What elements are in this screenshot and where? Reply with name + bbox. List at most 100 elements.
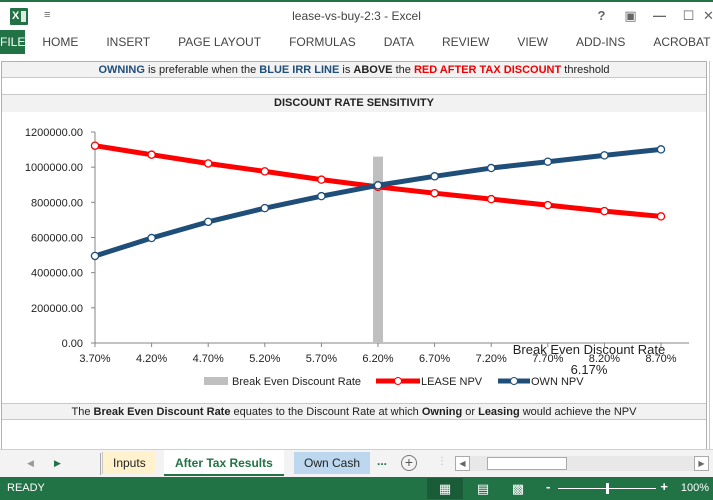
y-tick-label: 600000.00 [31, 233, 83, 245]
y-tick-label: 800000.00 [31, 197, 83, 209]
tab-add-ins[interactable]: ADD-INS [562, 30, 639, 54]
banner-red-discount: RED AFTER TAX DISCOUNT [413, 64, 562, 76]
note-leasing: Leasing [478, 406, 520, 418]
status-mode: READY [7, 482, 45, 494]
worksheet[interactable]: OWNING is preferable when the BLUE IRR L… [0, 54, 713, 449]
y-tick-label: 400000.00 [31, 268, 83, 280]
tab-view[interactable]: VIEW [503, 30, 562, 54]
tab-file[interactable]: FILE [0, 30, 26, 54]
own-npv-point [147, 233, 156, 243]
legend-marker-lease [394, 377, 402, 385]
legend-label-lease: LEASE NPV [421, 376, 483, 388]
minimize-icon[interactable]: — [645, 6, 674, 26]
normal-view-icon[interactable]: ▦ [427, 478, 463, 499]
add-sheet-icon[interactable]: + [401, 455, 417, 471]
zoom-level[interactable]: 100% [681, 482, 709, 494]
own-npv-point [543, 157, 553, 166]
banner-above: ABOVE [353, 64, 393, 76]
annotation-label: Break Even Discount Rate [513, 342, 665, 357]
lease-npv-point [90, 141, 100, 150]
lease-npv-point [317, 175, 326, 184]
page-break-preview-icon[interactable]: ▩ [500, 478, 536, 499]
maximize-icon[interactable]: ☐ [674, 6, 703, 26]
banner-text-1: is preferable when the [144, 64, 260, 76]
y-tick-label: 1200000.00 [25, 127, 83, 139]
x-tick-label: 3.70% [79, 353, 110, 365]
note-text-3: or [462, 406, 479, 418]
horizontal-scrollbar[interactable]: ◀ ▶ [455, 456, 709, 471]
x-tick-label: 5.20% [249, 353, 280, 365]
annotation-value: 6.17% [571, 362, 608, 377]
next-sheet-icon[interactable]: ▶ [54, 458, 61, 469]
zoom-slider[interactable]: - + [546, 479, 668, 496]
lease-npv-point [430, 188, 439, 198]
banner-text-3: the [392, 64, 414, 76]
x-tick-label: 6.20% [362, 353, 393, 365]
tab-page-layout[interactable]: PAGE LAYOUT [164, 30, 275, 54]
excel-icon[interactable]: X [10, 8, 28, 25]
lease-npv-point [147, 150, 156, 159]
y-tick-label: 0.00 [62, 338, 83, 350]
note-text-1: The [71, 406, 94, 418]
lease-npv-point [656, 212, 666, 221]
sheet-tab-bar: ◀ ▶ Inputs After Tax Results Own Cash ..… [0, 449, 713, 477]
own-npv-point [90, 251, 100, 261]
status-bar: READY ▦ ▤ ▩ - + 100% [0, 477, 713, 500]
x-tick-label: 7.20% [476, 353, 507, 365]
legend-label-own: OWN NPV [531, 376, 584, 388]
own-npv-point [430, 172, 439, 181]
banner-text-2: is [339, 64, 354, 76]
note-owning: Owning [421, 406, 463, 418]
scroll-left-icon[interactable]: ◀ [455, 456, 470, 471]
split-handle[interactable]: ⋮ [437, 456, 447, 467]
y-tick-label: 1000000.00 [25, 162, 83, 174]
tab-review[interactable]: REVIEW [428, 30, 503, 54]
note-break-even: Break Even Discount Rate [93, 406, 231, 418]
chart-svg: 0.00 200000.00 400000.00 600000.00 800000.00… [25, 127, 689, 388]
zoom-in-button[interactable]: + [660, 479, 668, 494]
zoom-knob[interactable] [606, 483, 609, 494]
legend-label-break-even: Break Even Discount Rate [232, 376, 361, 388]
lease-npv-point [486, 194, 496, 204]
note-text-2: equates to the Discount Rate at which [230, 406, 422, 418]
empty-row[interactable] [2, 78, 706, 95]
y-tick-label: 200000.00 [31, 303, 83, 315]
footer-note-row[interactable]: The Break Even Discount Rate equates to … [2, 403, 706, 420]
own-npv-point [203, 217, 213, 227]
own-npv-point [260, 203, 270, 213]
tab-acrobat[interactable]: ACROBAT [639, 30, 713, 54]
customize-qat-icon[interactable]: ≡ [44, 9, 50, 21]
banner-owning: OWNING [98, 64, 145, 76]
sensitivity-chart[interactable]: 0.00 200000.00 400000.00 600000.00 800000.00… [2, 112, 708, 403]
section-title[interactable]: DISCOUNT RATE SENSITIVITY [2, 95, 706, 112]
lease-npv-point [600, 206, 609, 216]
own-npv-point [486, 163, 496, 173]
banner-blue-irr: BLUE IRR LINE [259, 64, 340, 76]
more-sheets-button[interactable]: ... [377, 454, 387, 468]
help-icon[interactable]: ? [587, 6, 616, 26]
ribbon-tabs: FILE HOME INSERT PAGE LAYOUT FORMULAS DA… [0, 30, 713, 54]
own-npv-point [600, 151, 609, 160]
sheet-tab-inputs[interactable]: Inputs [102, 452, 156, 474]
x-tick-label: 5.70% [306, 353, 337, 365]
banner-row[interactable]: OWNING is preferable when the BLUE IRR L… [2, 62, 706, 78]
tab-formulas[interactable]: FORMULAS [275, 30, 370, 54]
close-icon[interactable]: ✕ [703, 6, 713, 26]
sheet-tab-own-cash[interactable]: Own Cash [294, 452, 371, 474]
vertical-scrollbar[interactable] [709, 61, 713, 449]
own-npv-point [656, 145, 666, 154]
x-tick-label: 4.20% [136, 353, 167, 365]
prev-sheet-icon[interactable]: ◀ [27, 458, 34, 469]
scroll-right-icon[interactable]: ▶ [694, 456, 709, 471]
lease-npv-point [260, 167, 270, 176]
legend-marker-own [510, 377, 518, 385]
zoom-out-button[interactable]: - [546, 479, 550, 494]
x-tick-label: 4.70% [193, 353, 224, 365]
sheet-tab-after-tax-results[interactable]: After Tax Results [164, 450, 284, 476]
tab-insert[interactable]: INSERT [92, 30, 164, 54]
page-layout-view-icon[interactable]: ▤ [465, 478, 501, 499]
tab-data[interactable]: DATA [370, 30, 428, 54]
scroll-thumb[interactable] [487, 457, 567, 470]
tab-home[interactable]: HOME [25, 30, 92, 54]
ribbon-display-icon[interactable]: ▣ [616, 6, 645, 26]
